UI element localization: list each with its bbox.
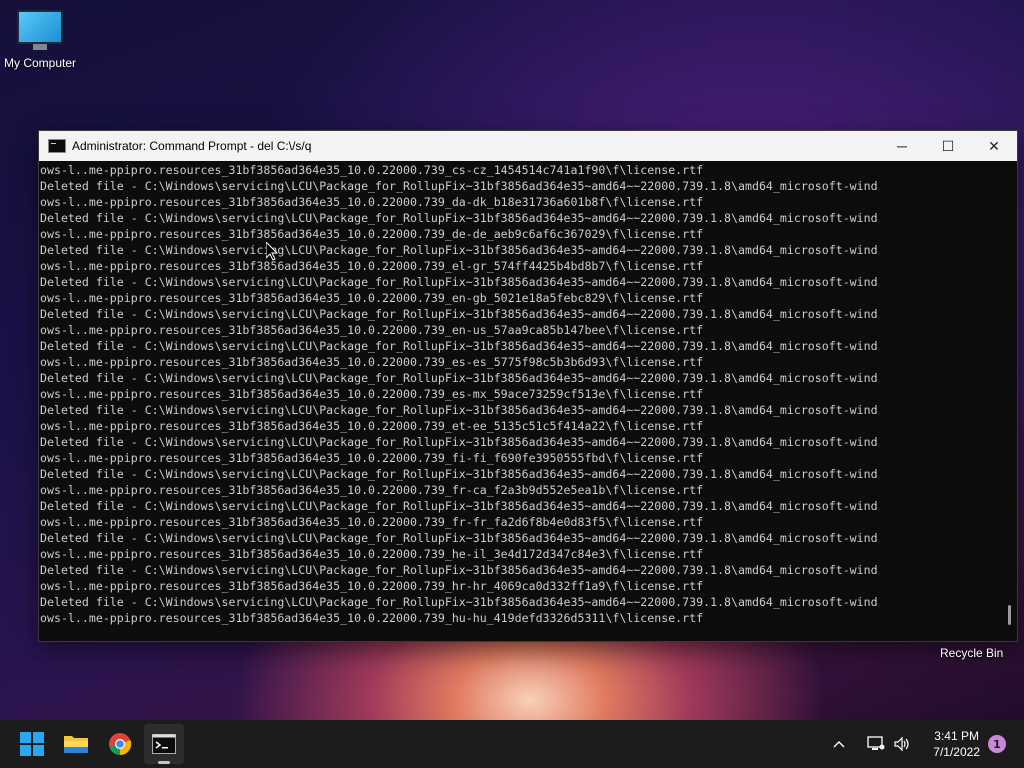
console-line: ows-l..me-ppipro.resources_31bf3856ad364…: [40, 483, 704, 497]
chrome-icon: [109, 733, 132, 756]
console-line: ows-l..me-ppipro.resources_31bf3856ad364…: [40, 163, 704, 177]
maximize-button[interactable]: ☐: [925, 131, 971, 161]
console-line: ows-l..me-ppipro.resources_31bf3856ad364…: [40, 451, 704, 465]
console-line: Deleted file - C:\Windows\servicing\LCU\…: [40, 243, 878, 257]
close-icon: ✕: [988, 137, 1000, 154]
folder-icon: [64, 736, 88, 753]
command-prompt-window[interactable]: Administrator: Command Prompt - del C:\/…: [38, 130, 1018, 642]
console-line: ows-l..me-ppipro.resources_31bf3856ad364…: [40, 227, 704, 241]
chevron-up-icon[interactable]: [827, 732, 851, 756]
console-line: ows-l..me-ppipro.resources_31bf3856ad364…: [40, 579, 704, 593]
taskbar: 3:41 PM 7/1/2022 1: [0, 720, 1024, 768]
console-scrollbar-thumb[interactable]: [1008, 605, 1011, 625]
console-line: ows-l..me-ppipro.resources_31bf3856ad364…: [40, 291, 704, 305]
console-line: Deleted file - C:\Windows\servicing\LCU\…: [40, 403, 878, 417]
console-line: ows-l..me-ppipro.resources_31bf3856ad364…: [40, 355, 704, 369]
console-output[interactable]: ows-l..me-ppipro.resources_31bf3856ad364…: [39, 162, 999, 641]
minimize-icon: ─: [897, 138, 907, 154]
computer-icon: [17, 10, 63, 50]
file-explorer-button[interactable]: [56, 724, 96, 764]
taskbar-clock[interactable]: 3:41 PM 7/1/2022: [933, 728, 980, 760]
volume-icon[interactable]: [890, 732, 914, 756]
clock-date: 7/1/2022: [933, 745, 980, 759]
maximize-icon: ☐: [941, 137, 955, 154]
console-line: Deleted file - C:\Windows\servicing\LCU\…: [40, 435, 878, 449]
notification-badge[interactable]: 1: [988, 735, 1006, 753]
console-line: ows-l..me-ppipro.resources_31bf3856ad364…: [40, 419, 704, 433]
command-prompt-button[interactable]: [144, 724, 184, 764]
console-line: ows-l..me-ppipro.resources_31bf3856ad364…: [40, 515, 704, 529]
console-line: ows-l..me-ppipro.resources_31bf3856ad364…: [40, 195, 704, 209]
console-line: ows-l..me-ppipro.resources_31bf3856ad364…: [40, 547, 704, 561]
window-titlebar[interactable]: Administrator: Command Prompt - del C:\/…: [39, 131, 1017, 161]
start-button[interactable]: [12, 724, 52, 764]
console-line: Deleted file - C:\Windows\servicing\LCU\…: [40, 211, 878, 225]
clock-time: 3:41 PM: [934, 729, 979, 743]
close-button[interactable]: ✕: [971, 131, 1017, 161]
console-line: ows-l..me-ppipro.resources_31bf3856ad364…: [40, 611, 704, 625]
console-line: Deleted file - C:\Windows\servicing\LCU\…: [40, 467, 878, 481]
console-line: Deleted file - C:\Windows\servicing\LCU\…: [40, 531, 878, 545]
windows-logo-icon: [20, 732, 44, 756]
chrome-button[interactable]: [100, 724, 140, 764]
window-title: Administrator: Command Prompt - del C:\/…: [72, 139, 312, 153]
console-line: Deleted file - C:\Windows\servicing\LCU\…: [40, 595, 878, 609]
console-line: Deleted file - C:\Windows\servicing\LCU\…: [40, 339, 878, 353]
console-line: Deleted file - C:\Windows\servicing\LCU\…: [40, 371, 878, 385]
recycle-bin-label: Recycle Bin: [940, 646, 1004, 660]
cmd-icon: [48, 139, 66, 153]
terminal-icon: [152, 734, 176, 754]
console-line: Deleted file - C:\Windows\servicing\LCU\…: [40, 499, 878, 513]
console-line: Deleted file - C:\Windows\servicing\LCU\…: [40, 307, 878, 321]
network-icon[interactable]: [864, 732, 888, 756]
console-line: ows-l..me-ppipro.resources_31bf3856ad364…: [40, 387, 704, 401]
system-tray: 3:41 PM 7/1/2022 1: [826, 720, 1024, 768]
console-line: ows-l..me-ppipro.resources_31bf3856ad364…: [40, 323, 704, 337]
desktop-icon-label: My Computer: [3, 56, 77, 70]
console-line: Deleted file - C:\Windows\servicing\LCU\…: [40, 563, 878, 577]
desktop-icon-my-computer[interactable]: My Computer: [0, 0, 80, 70]
desktop-icon-recycle-bin[interactable]: Recycle Bin: [940, 646, 1003, 660]
minimize-button[interactable]: ─: [879, 131, 925, 161]
console-line: Deleted file - C:\Windows\servicing\LCU\…: [40, 275, 878, 289]
console-line: ows-l..me-ppipro.resources_31bf3856ad364…: [40, 259, 704, 273]
console-line: Deleted file - C:\Windows\servicing\LCU\…: [40, 179, 878, 193]
